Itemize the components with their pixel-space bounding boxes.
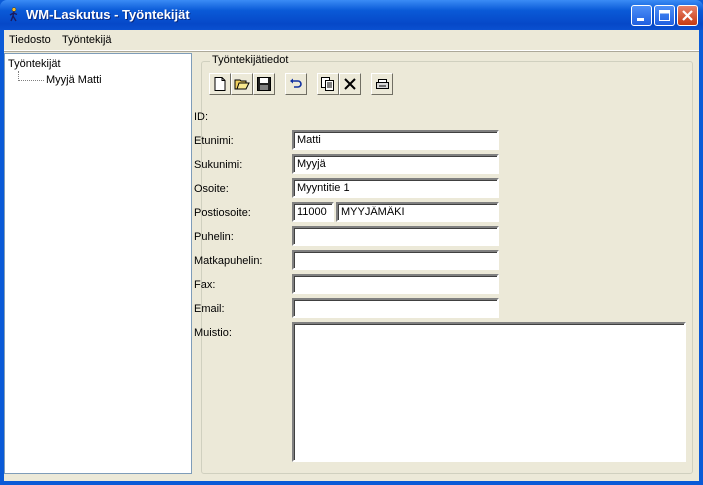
app-window: WM-Laskutus - Työntekijät Tiedosto Työnt… [0, 0, 703, 485]
sukunimi-field[interactable] [292, 154, 499, 174]
app-walker-icon[interactable] [6, 7, 22, 23]
copy-button[interactable] [317, 73, 339, 95]
title-bar[interactable]: WM-Laskutus - Työntekijät [0, 0, 703, 30]
open-button[interactable] [231, 73, 253, 95]
postinumero-field[interactable] [292, 202, 334, 222]
osoite-label: Osoite: [194, 183, 229, 195]
osoite-field[interactable] [292, 178, 499, 198]
close-icon [682, 10, 693, 21]
fax-label: Fax: [194, 279, 216, 291]
muistio-textarea[interactable] [292, 322, 686, 462]
tree-connector [18, 80, 44, 81]
puhelin-field[interactable] [292, 226, 499, 246]
postiosoite-label: Postiosoite: [194, 207, 251, 219]
sukunimi-label: Sukunimi: [194, 159, 243, 171]
etunimi-field[interactable] [292, 130, 499, 150]
delete-icon [344, 78, 356, 90]
maximize-icon [659, 10, 670, 21]
new-icon [214, 77, 226, 91]
muistio-label: Muistio: [194, 327, 232, 339]
postitoimipaikka-field[interactable] [336, 202, 499, 222]
minimize-button[interactable] [631, 5, 652, 26]
fax-field[interactable] [292, 274, 499, 294]
puhelin-label: Puhelin: [194, 231, 234, 243]
employee-tree[interactable]: Työntekijät Myyjä Matti [4, 53, 192, 474]
etunimi-label: Etunimi: [194, 135, 234, 147]
print-button[interactable] [371, 73, 393, 95]
email-label: Email: [194, 303, 225, 315]
client-area: Tiedosto Työntekijä Työntekijät Myyjä Ma… [4, 30, 699, 481]
close-button[interactable] [677, 5, 698, 26]
tree-root-item[interactable]: Työntekijät [8, 58, 61, 70]
menu-tiedosto[interactable]: Tiedosto [9, 34, 51, 46]
matkapuhelin-label: Matkapuhelin: [194, 255, 263, 267]
save-button[interactable] [253, 73, 275, 95]
maximize-button[interactable] [654, 5, 675, 26]
email-field[interactable] [292, 298, 499, 318]
copy-icon [321, 77, 334, 91]
window-title: WM-Laskutus - Työntekijät [26, 7, 190, 22]
matkapuhelin-field[interactable] [292, 250, 499, 270]
group-title: Työntekijätiedot [210, 54, 291, 66]
tree-item-employee[interactable]: Myyjä Matti [46, 74, 102, 86]
undo-icon [290, 78, 302, 88]
delete-button[interactable] [339, 73, 361, 95]
undo-button[interactable] [285, 73, 307, 95]
menu-tyontekija[interactable]: Työntekijä [62, 34, 112, 46]
minimize-icon [637, 18, 644, 21]
id-label: ID: [194, 111, 209, 123]
new-button[interactable] [209, 73, 231, 95]
print-icon [376, 79, 389, 89]
open-icon [234, 79, 250, 90]
save-icon [257, 77, 271, 91]
menu-bar: Tiedosto Työntekijä [4, 30, 699, 51]
